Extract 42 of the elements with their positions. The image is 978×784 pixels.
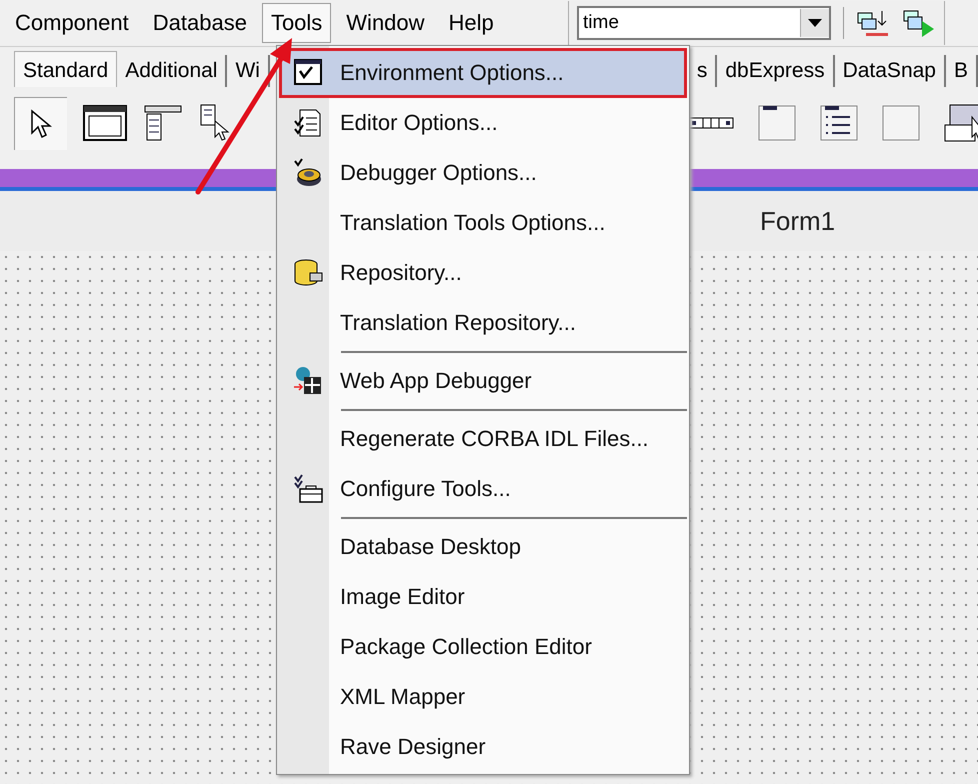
menu-item[interactable]: Rave Designer — [279, 722, 687, 772]
menu-item[interactable]: Repository... — [279, 248, 687, 298]
menu-item[interactable]: Editor Options... — [279, 98, 687, 148]
menu-item[interactable]: Package Collection Editor — [279, 622, 687, 672]
menu-item[interactable]: Regenerate CORBA IDL Files... — [279, 414, 687, 464]
menu-item[interactable]: Component — [6, 3, 138, 43]
panel-icon[interactable] — [758, 104, 796, 142]
palette-tab[interactable]: Standard — [14, 51, 118, 87]
globe-grid-icon — [292, 365, 324, 397]
palette-tab[interactable]: dbExpress — [717, 55, 835, 87]
menu-item[interactable]: Help — [440, 3, 503, 43]
blank-box-icon[interactable] — [882, 104, 920, 142]
menu-item[interactable]: Window — [337, 3, 434, 43]
form-title: Form1 — [760, 206, 836, 236]
toggle-strip-icon[interactable] — [688, 115, 734, 131]
palette-tab[interactable]: Additional — [117, 55, 228, 87]
caret-icon — [808, 19, 822, 27]
combo-box[interactable]: time — [577, 6, 831, 40]
cursor-icon — [30, 108, 52, 138]
bug-check-icon — [292, 157, 324, 189]
menu-item[interactable]: Image Editor — [279, 572, 687, 622]
menu-item[interactable]: Translation Tools Options... — [279, 198, 687, 248]
pointer-tool[interactable] — [14, 96, 67, 150]
ok-button-icon[interactable] — [944, 103, 978, 143]
toolbox-check-icon — [292, 473, 324, 505]
frame-icon[interactable] — [83, 104, 127, 142]
menu-item[interactable]: Configure Tools... — [279, 464, 687, 514]
menu-item[interactable]: Translation Repository... — [279, 298, 687, 348]
menu-item[interactable]: Tools — [262, 3, 332, 43]
menu-item[interactable]: Debugger Options... — [279, 148, 687, 198]
menu-item[interactable]: Web App Debugger — [279, 356, 687, 406]
menu-item[interactable]: XML Mapper — [279, 672, 687, 722]
palette-tab[interactable]: B — [946, 55, 978, 87]
menu-item[interactable]: Environment Options... — [279, 48, 687, 98]
menu-item[interactable]: Database Desktop — [279, 522, 687, 572]
menu-item[interactable]: Database — [144, 3, 256, 43]
palette-tab[interactable]: Wi — [227, 55, 270, 87]
combo-value: time — [582, 12, 620, 34]
menu-icon[interactable] — [143, 104, 183, 142]
list-icon[interactable] — [820, 104, 858, 142]
dropdown-button[interactable] — [800, 9, 829, 37]
palette-tab[interactable]: DataSnap — [834, 55, 946, 87]
